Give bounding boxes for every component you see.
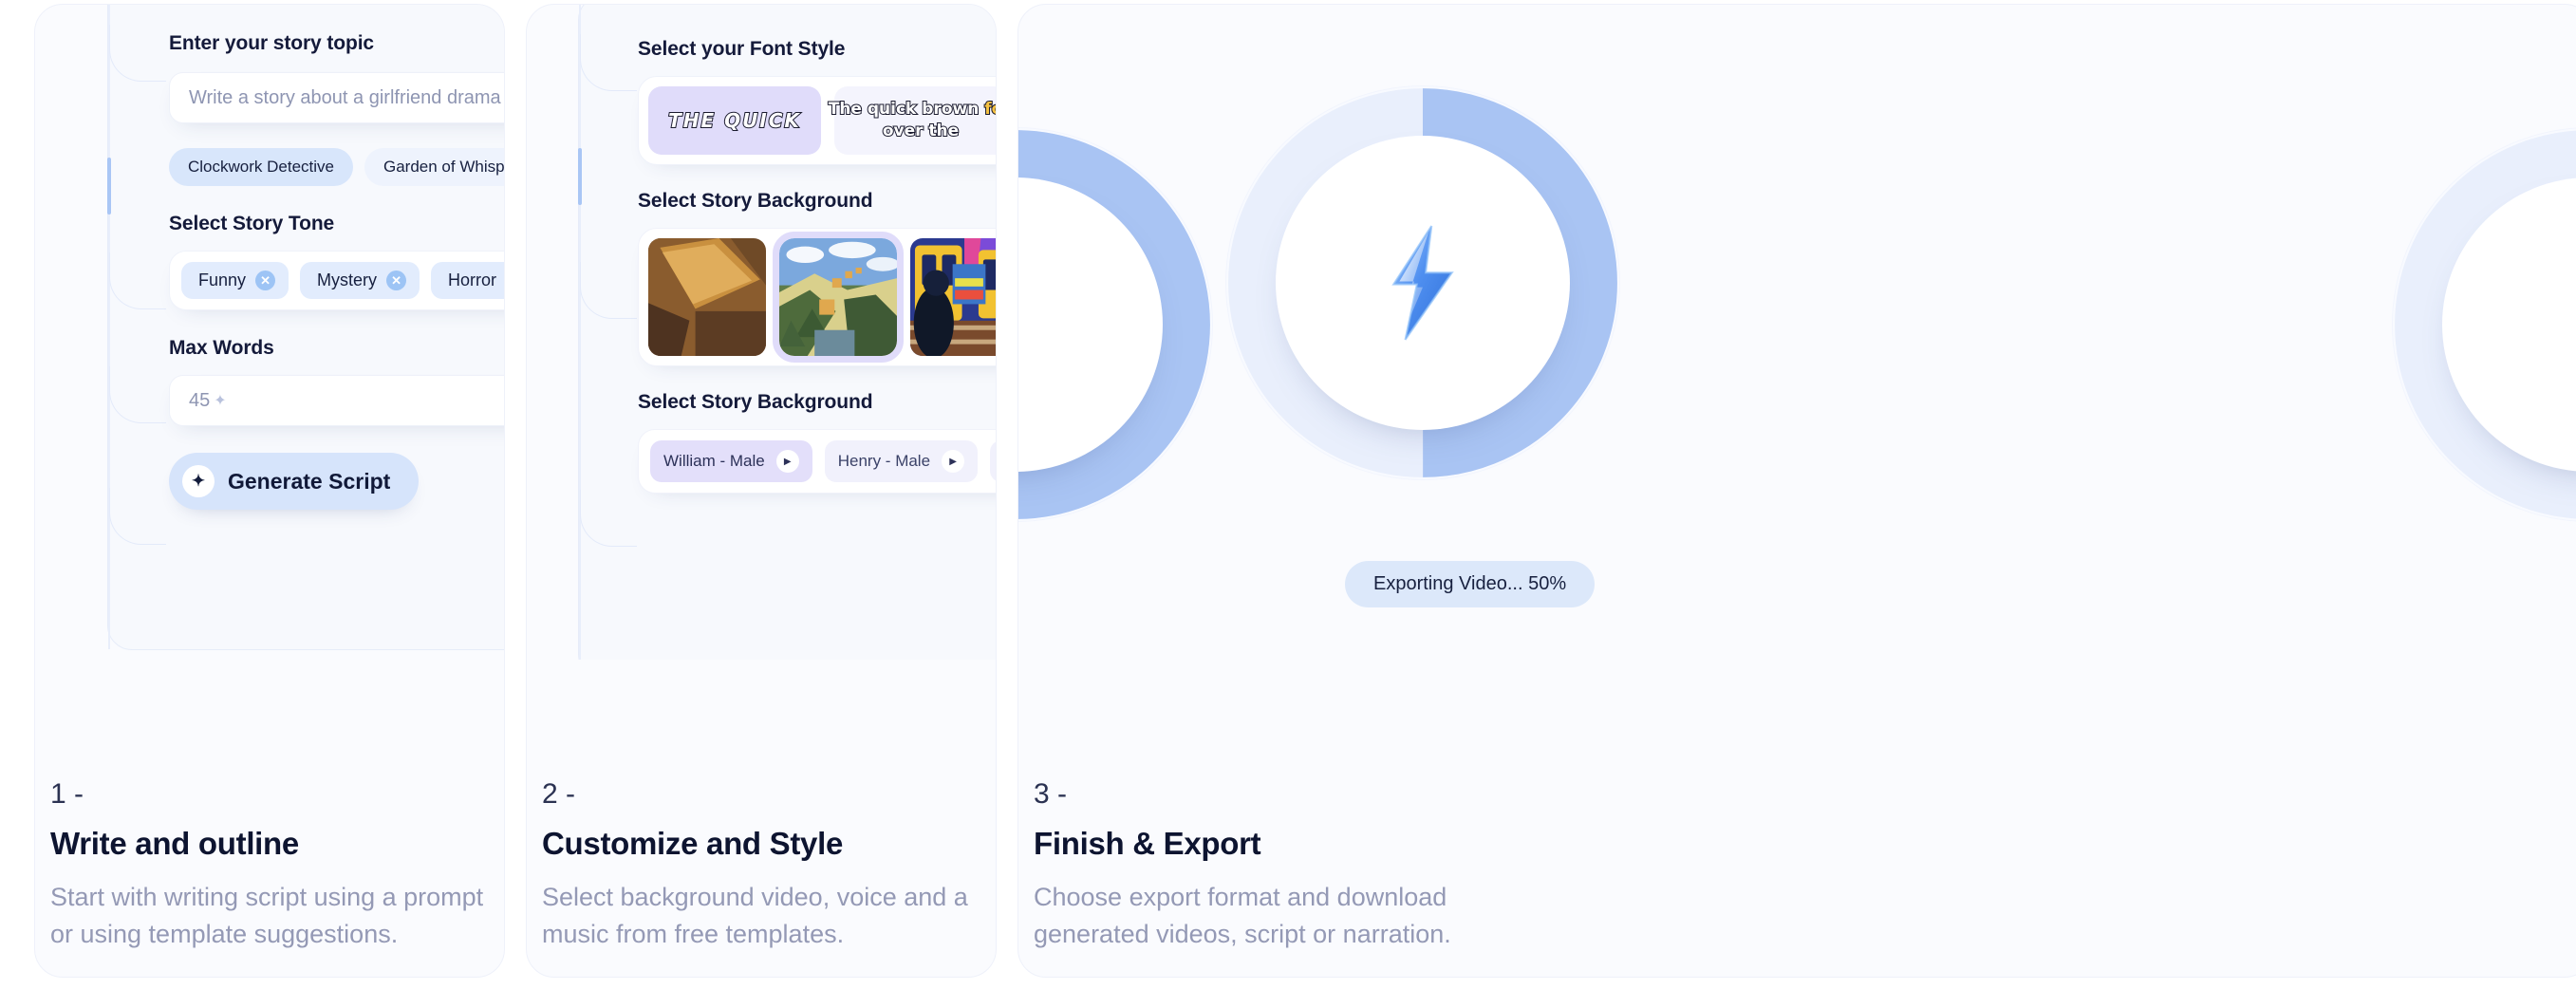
- script-editor-window: Enter your story topic Write a story abo…: [107, 5, 504, 650]
- generate-script-label: Generate Script: [228, 468, 391, 494]
- story-topic-input[interactable]: Write a story about a girlfriend drama ✦: [169, 72, 504, 123]
- step-1-caption: 1 - Write and outline Start with writing…: [50, 778, 496, 952]
- font-style-label: Select your Font Style: [638, 38, 846, 60]
- voice-option[interactable]: Jason - Male ▶: [990, 440, 996, 482]
- steps-showcase: Enter your story topic Write a story abo…: [0, 0, 2576, 1008]
- step-3-preview: Exporting Video... 50%: [1018, 5, 2576, 660]
- generate-script-button[interactable]: ✦ Generate Script: [169, 453, 420, 510]
- connector-curve: [109, 252, 166, 309]
- topic-suggestion-chip[interactable]: Clockwork Detective: [169, 148, 353, 186]
- rail-active-indicator: [107, 158, 111, 215]
- story-tone-label: Select Story Tone: [169, 213, 335, 234]
- connector-curve: [109, 25, 166, 82]
- close-icon[interactable]: ✕: [255, 271, 276, 290]
- font-style-selector[interactable]: THE QUICK The quick brown fox over the E: [638, 76, 996, 165]
- export-progress-ring: [1226, 86, 1619, 479]
- max-words-input[interactable]: 45 ✦: [169, 375, 504, 426]
- play-icon[interactable]: ▶: [775, 450, 799, 473]
- font-sample-highlight: fox: [983, 99, 996, 120]
- window-left-rail: [107, 5, 111, 649]
- tone-chip-label: Funny: [198, 271, 247, 289]
- sparkle-icon: ✦: [214, 393, 227, 409]
- step-card-write-and-outline: Enter your story topic Write a story abo…: [34, 4, 505, 978]
- font-style-option[interactable]: The quick brown fox over the: [828, 86, 996, 155]
- background-thumbnail-subway-surfers[interactable]: [910, 238, 996, 356]
- topic-suggestion-list: Clockwork Detective Garden of Whispers J…: [169, 148, 504, 186]
- story-background-selector[interactable]: [638, 228, 996, 366]
- voice-selector[interactable]: William - Male ▶ Henry - Male ▶ Jason - …: [638, 429, 996, 494]
- step-3-caption: 3 - Finish & Export Choose export format…: [1034, 778, 1480, 952]
- max-words-label: Max Words: [169, 337, 274, 359]
- voice-option-label: William - Male: [663, 452, 765, 470]
- voice-option[interactable]: William - Male ▶: [650, 440, 812, 482]
- step-description: Start with writing script using a prompt…: [50, 883, 484, 948]
- connector-curve: [109, 488, 166, 545]
- wooden-parkour-thumbnail: [648, 238, 766, 356]
- story-background-label: Select Story Background: [638, 190, 873, 212]
- topic-suggestion-chip[interactable]: Garden of Whispers: [364, 148, 504, 186]
- progress-ring-decorative: [2393, 128, 2576, 521]
- lightning-bolt-glyph: [1391, 225, 1454, 341]
- tone-chip-label: Horror: [448, 271, 497, 289]
- step-number: 2 -: [542, 778, 576, 811]
- step-number: 1 -: [50, 778, 84, 811]
- voice-option[interactable]: Henry - Male ▶: [824, 440, 979, 482]
- rail-active-indicator: [578, 148, 582, 205]
- export-status-badge: Exporting Video... 50%: [1345, 561, 1596, 607]
- tone-chip[interactable]: Mystery ✕: [300, 262, 420, 299]
- connector-curve: [109, 366, 166, 423]
- step-description: Select background video, voice and a mus…: [542, 883, 968, 948]
- voice-selector-label: Select Story Background: [638, 391, 873, 413]
- step-title: Write and outline: [50, 826, 299, 862]
- tone-chip-label: Mystery: [317, 271, 378, 289]
- connector-curve: [580, 262, 637, 319]
- tone-chip[interactable]: Funny ✕: [181, 262, 289, 299]
- step-title: Finish & Export: [1034, 826, 1261, 862]
- sparkle-icon: ✦: [182, 465, 215, 497]
- background-thumbnail-wooden-parkour[interactable]: [648, 238, 766, 356]
- font-sample-text: The quick brown fox over the: [828, 99, 996, 142]
- max-words-value: 45: [189, 389, 211, 411]
- background-thumbnail-minecraft[interactable]: [773, 232, 904, 363]
- style-editor-window: Select your Font Style THE QUICK The qui…: [578, 5, 996, 660]
- story-topic-placeholder: Write a story about a girlfriend drama: [189, 86, 501, 108]
- step-number: 3 -: [1034, 778, 1068, 811]
- connector-curve: [580, 490, 637, 547]
- play-icon[interactable]: ▶: [942, 450, 965, 473]
- step-2-preview: Select your Font Style THE QUICK The qui…: [527, 5, 996, 660]
- story-tone-selector[interactable]: Funny ✕ Mystery ✕ Horror ✕: [169, 251, 504, 310]
- window-left-rail: [578, 5, 582, 660]
- step-1-preview: Enter your story topic Write a story abo…: [35, 5, 504, 660]
- tone-chip[interactable]: Horror ✕: [431, 262, 504, 299]
- story-topic-label: Enter your story topic: [169, 32, 375, 54]
- close-icon[interactable]: ✕: [386, 271, 407, 290]
- minecraft-terrain-thumbnail: [779, 238, 897, 356]
- subway-surfers-thumbnail: [910, 238, 996, 356]
- step-title: Customize and Style: [542, 826, 844, 862]
- step-card-customize-and-style: Select your Font Style THE QUICK The qui…: [526, 4, 997, 978]
- connector-curve: [580, 34, 637, 91]
- font-sample-text: THE QUICK: [667, 108, 801, 133]
- step-2-caption: 2 - Customize and Style Select backgroun…: [542, 778, 988, 952]
- step-card-finish-and-export: Exporting Video... 50% 3 - Finish & Expo…: [1017, 4, 2576, 978]
- progress-ring-decorative: [1018, 128, 1212, 521]
- step-description: Choose export format and download genera…: [1034, 883, 1451, 948]
- voice-option-label: Henry - Male: [837, 452, 931, 470]
- lightning-bolt-icon: [1226, 86, 1619, 479]
- font-style-option[interactable]: THE QUICK: [648, 86, 821, 155]
